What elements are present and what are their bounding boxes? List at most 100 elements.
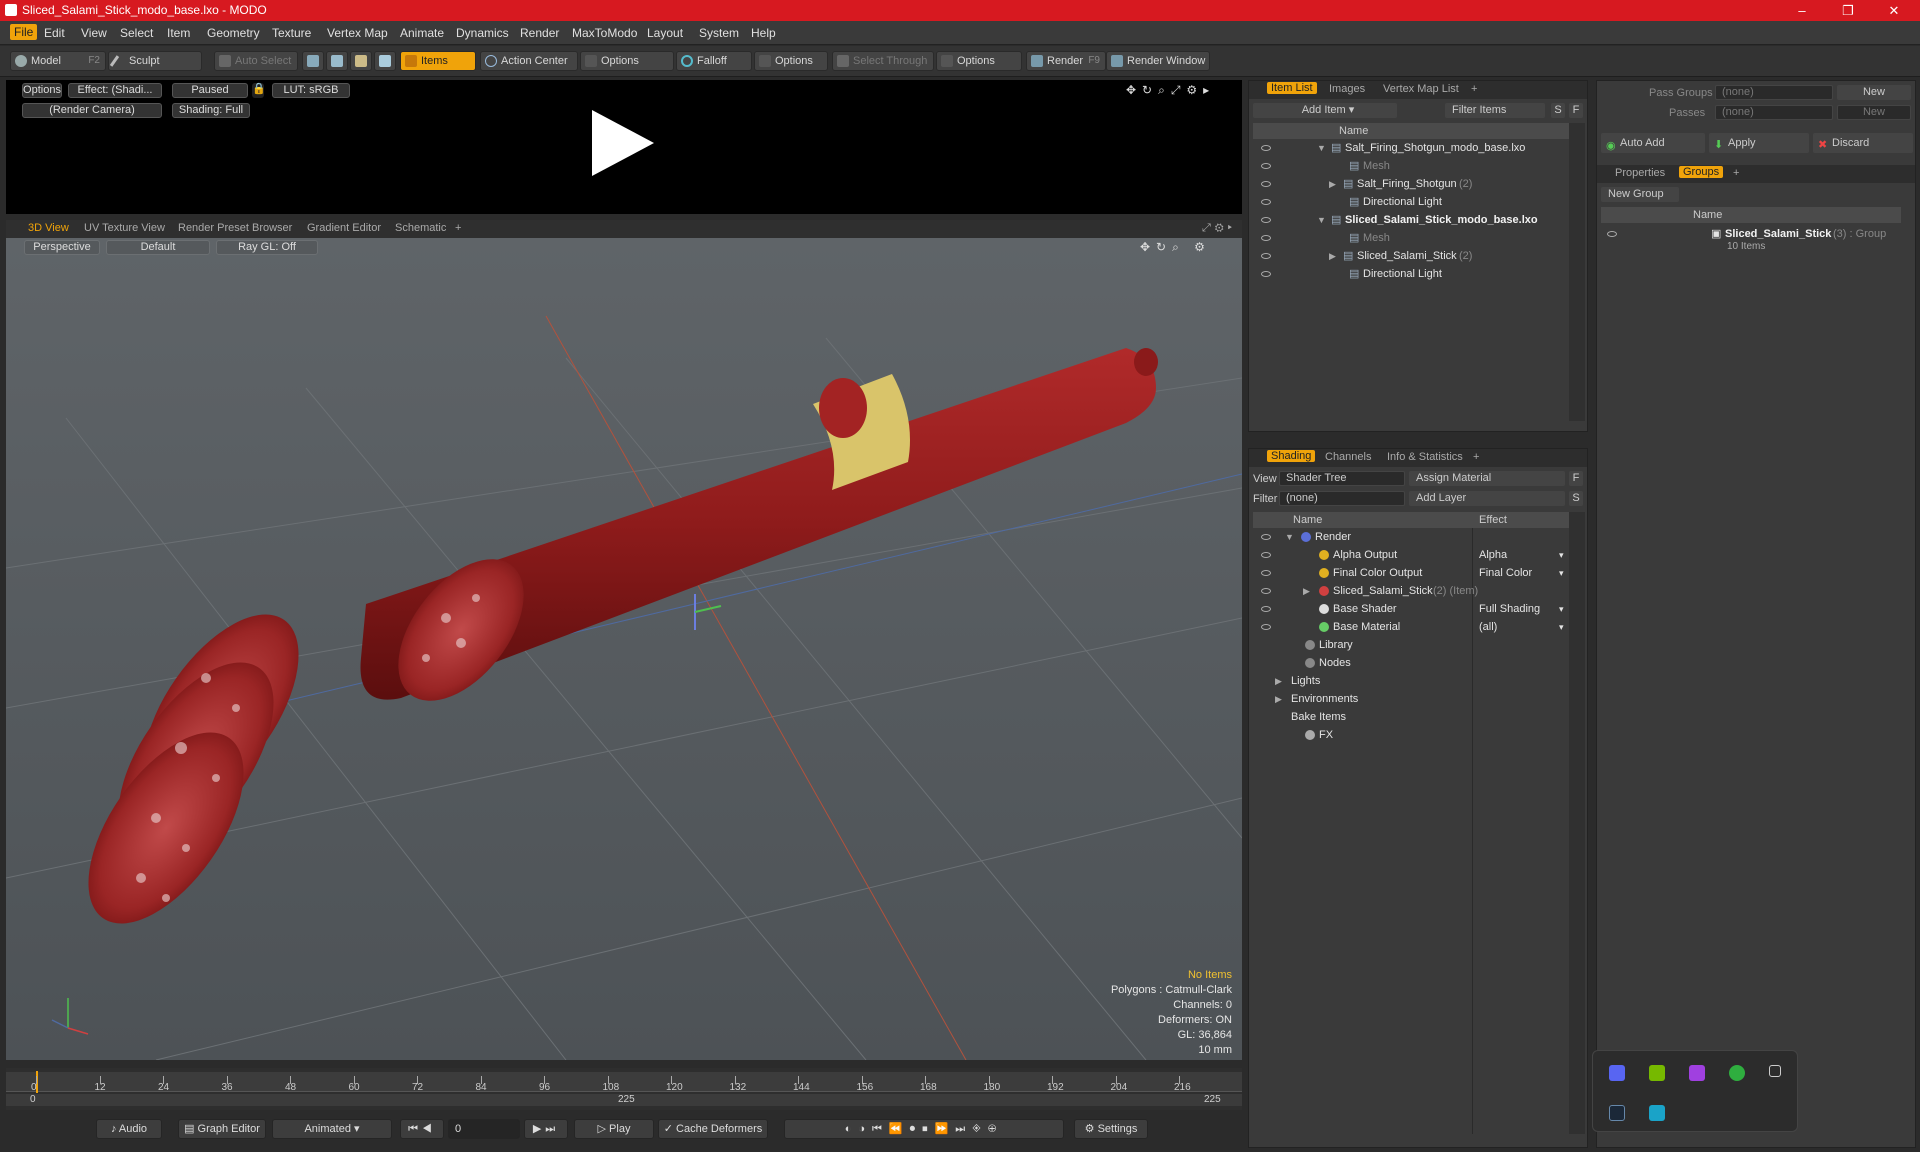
expand-arrow-icon[interactable]: ▼ [1317, 211, 1326, 229]
shader-tree-row[interactable]: Nodes [1253, 654, 1569, 672]
salami-stick-mesh[interactable] [360, 348, 1159, 724]
item-list-row[interactable]: ▤ Directional Light [1253, 193, 1569, 211]
shading-dropdown[interactable]: Shading: Full [172, 103, 250, 118]
steam-icon[interactable] [1609, 1105, 1625, 1121]
menu-vertex-map[interactable]: Vertex Map [327, 26, 388, 40]
nvidia-icon[interactable] [1649, 1065, 1665, 1081]
item-list-row[interactable]: ▤ Mesh [1253, 229, 1569, 247]
action-center-options-button[interactable]: Options [580, 51, 674, 71]
select-polygons-button[interactable] [350, 51, 372, 71]
play-button[interactable]: ▷ Play [574, 1119, 654, 1139]
visibility-eye-icon[interactable] [1261, 199, 1271, 205]
item-list-row[interactable]: ▼ ▤ Salt_Firing_Shotgun_modo_base.lxo [1253, 139, 1569, 157]
tab-properties[interactable]: Properties [1615, 167, 1665, 179]
menu-dynamics[interactable]: Dynamics [456, 26, 509, 40]
shader-tree-row[interactable]: Library [1253, 636, 1569, 654]
render-button[interactable]: Render F9 [1026, 51, 1106, 71]
falloff-button[interactable]: Falloff [676, 51, 752, 71]
shader-tree-row[interactable]: ▶ Environments [1253, 690, 1569, 708]
chevron-down-icon[interactable]: ▾ [1559, 600, 1564, 618]
menu-maxtomodo[interactable]: MaxToModo [572, 26, 637, 40]
app-icon[interactable] [1689, 1065, 1705, 1081]
forward-buttons[interactable]: ▶⏭ [524, 1119, 568, 1139]
menu-file[interactable]: File [10, 24, 38, 40]
display-icon[interactable] [1649, 1105, 1665, 1121]
tab-render-preset-browser[interactable]: Render Preset Browser [178, 222, 292, 234]
item-list-row[interactable]: ▶ ▤ Sliced_Salami_Stick (2) [1253, 247, 1569, 265]
visibility-eye-icon[interactable] [1261, 624, 1271, 630]
tab-vertex-map-list[interactable]: Vertex Map List [1383, 83, 1459, 95]
menu-animate[interactable]: Animate [400, 26, 444, 40]
settings-button[interactable]: ⚙ Settings [1074, 1119, 1148, 1139]
rewind-buttons[interactable]: ⏮◀ [400, 1119, 444, 1139]
add-layer-dropdown[interactable]: Add Layer [1409, 491, 1565, 506]
visibility-eye-icon[interactable] [1261, 163, 1271, 169]
menu-texture[interactable]: Texture [272, 26, 311, 40]
assign-material-button[interactable]: Assign Material [1409, 471, 1565, 486]
effect-dropdown[interactable]: Effect: (Shadi... [68, 83, 162, 98]
render-camera-dropdown[interactable]: (Render Camera) [22, 103, 162, 118]
tab-3d-view[interactable]: 3D View [28, 222, 69, 234]
window-icon[interactable] [1769, 1065, 1781, 1077]
visibility-eye-icon[interactable] [1261, 552, 1271, 558]
visibility-eye-icon[interactable] [1261, 235, 1271, 241]
expand-arrow-icon[interactable]: ▼ [1317, 139, 1326, 157]
menu-view[interactable]: View [81, 26, 107, 40]
visibility-eye-icon[interactable] [1607, 231, 1617, 237]
layer-effect-dropdown[interactable]: (all) [1479, 618, 1569, 636]
shader-tree-row[interactable]: ▶ Sliced_Salami_Stick (2) (Item) [1253, 582, 1569, 600]
menu-layout[interactable]: Layout [647, 26, 683, 40]
preview-nav-icons[interactable]: ✥↻⌕⤢⚙▸ [1126, 83, 1215, 98]
preview-options-button[interactable]: Options [22, 83, 62, 98]
filter-items-field[interactable]: Filter Items [1445, 103, 1545, 118]
tab-info-statistics[interactable]: Info & Statistics [1387, 451, 1463, 463]
item-list-row[interactable]: ▼ ▤ Sliced_Salami_Stick_modo_base.lxo [1253, 211, 1569, 229]
item-list-row[interactable]: ▶ ▤ Salt_Firing_Shotgun (2) [1253, 175, 1569, 193]
chevron-down-icon[interactable]: ▾ [1559, 618, 1564, 636]
expand-arrow-icon[interactable]: ▶ [1303, 582, 1310, 600]
chevron-down-icon[interactable]: ▾ [1559, 564, 1564, 582]
menu-render[interactable]: Render [520, 26, 559, 40]
paused-button[interactable]: Paused [172, 83, 248, 98]
chevron-down-icon[interactable]: ▾ [1559, 546, 1564, 564]
tab-item-list[interactable]: Item List [1267, 82, 1317, 94]
add-tab-button[interactable]: + [1473, 451, 1479, 463]
search-toggle[interactable]: S [1551, 103, 1565, 118]
visibility-eye-icon[interactable] [1261, 145, 1271, 151]
select-materials-button[interactable] [374, 51, 396, 71]
filter-f-toggle[interactable]: F [1569, 471, 1583, 486]
add-item-dropdown[interactable]: Add Item ▾ [1253, 103, 1397, 118]
tab-shading[interactable]: Shading [1267, 450, 1316, 462]
expand-arrow-icon[interactable]: ▶ [1275, 690, 1282, 708]
animated-dropdown[interactable]: Animated ▾ [272, 1119, 392, 1139]
visibility-eye-icon[interactable] [1261, 271, 1271, 277]
apply-button[interactable]: ⬇ Apply [1709, 133, 1809, 153]
add-tab-button[interactable]: + [1471, 83, 1477, 95]
add-tab-button[interactable]: + [1733, 167, 1739, 179]
select-through-options-button[interactable]: Options [936, 51, 1022, 71]
shader-tree-row[interactable]: Alpha Output Alpha ▾ [1253, 546, 1569, 564]
filter-toggle[interactable]: F [1569, 103, 1583, 118]
shader-tree-row[interactable]: Final Color Output Final Color ▾ [1253, 564, 1569, 582]
shader-filter-dropdown[interactable]: (none) [1279, 491, 1405, 506]
new-pass-button[interactable]: New [1837, 105, 1911, 120]
menu-edit[interactable]: Edit [44, 26, 65, 40]
item-list-row[interactable]: ▤ Directional Light [1253, 265, 1569, 283]
filter-s-toggle[interactable]: S [1569, 491, 1583, 506]
expand-arrow-icon[interactable]: ▶ [1329, 247, 1336, 265]
audio-button[interactable]: ♪ Audio [96, 1119, 162, 1139]
shader-tree-row[interactable]: Bake Items [1253, 708, 1569, 726]
visibility-eye-icon[interactable] [1261, 181, 1271, 187]
select-through-button[interactable]: Select Through [832, 51, 934, 71]
visibility-eye-icon[interactable] [1261, 588, 1271, 594]
menu-help[interactable]: Help [751, 26, 776, 40]
tab-groups[interactable]: Groups [1679, 166, 1724, 178]
visibility-eye-icon[interactable] [1261, 534, 1271, 540]
layer-effect-dropdown[interactable]: Final Color [1479, 564, 1569, 582]
security-check-icon[interactable] [1729, 1065, 1745, 1081]
tab-images[interactable]: Images [1329, 83, 1365, 95]
timeline[interactable]: 0 12 24 36 48 60 72 84 96 108 120 132 144 156 168 180 19… [6, 1068, 1242, 1110]
tab-uv-texture-view[interactable]: UV Texture View [84, 222, 165, 234]
lock-icon[interactable]: 🔒 [252, 83, 266, 98]
select-edges-button[interactable] [326, 51, 348, 71]
